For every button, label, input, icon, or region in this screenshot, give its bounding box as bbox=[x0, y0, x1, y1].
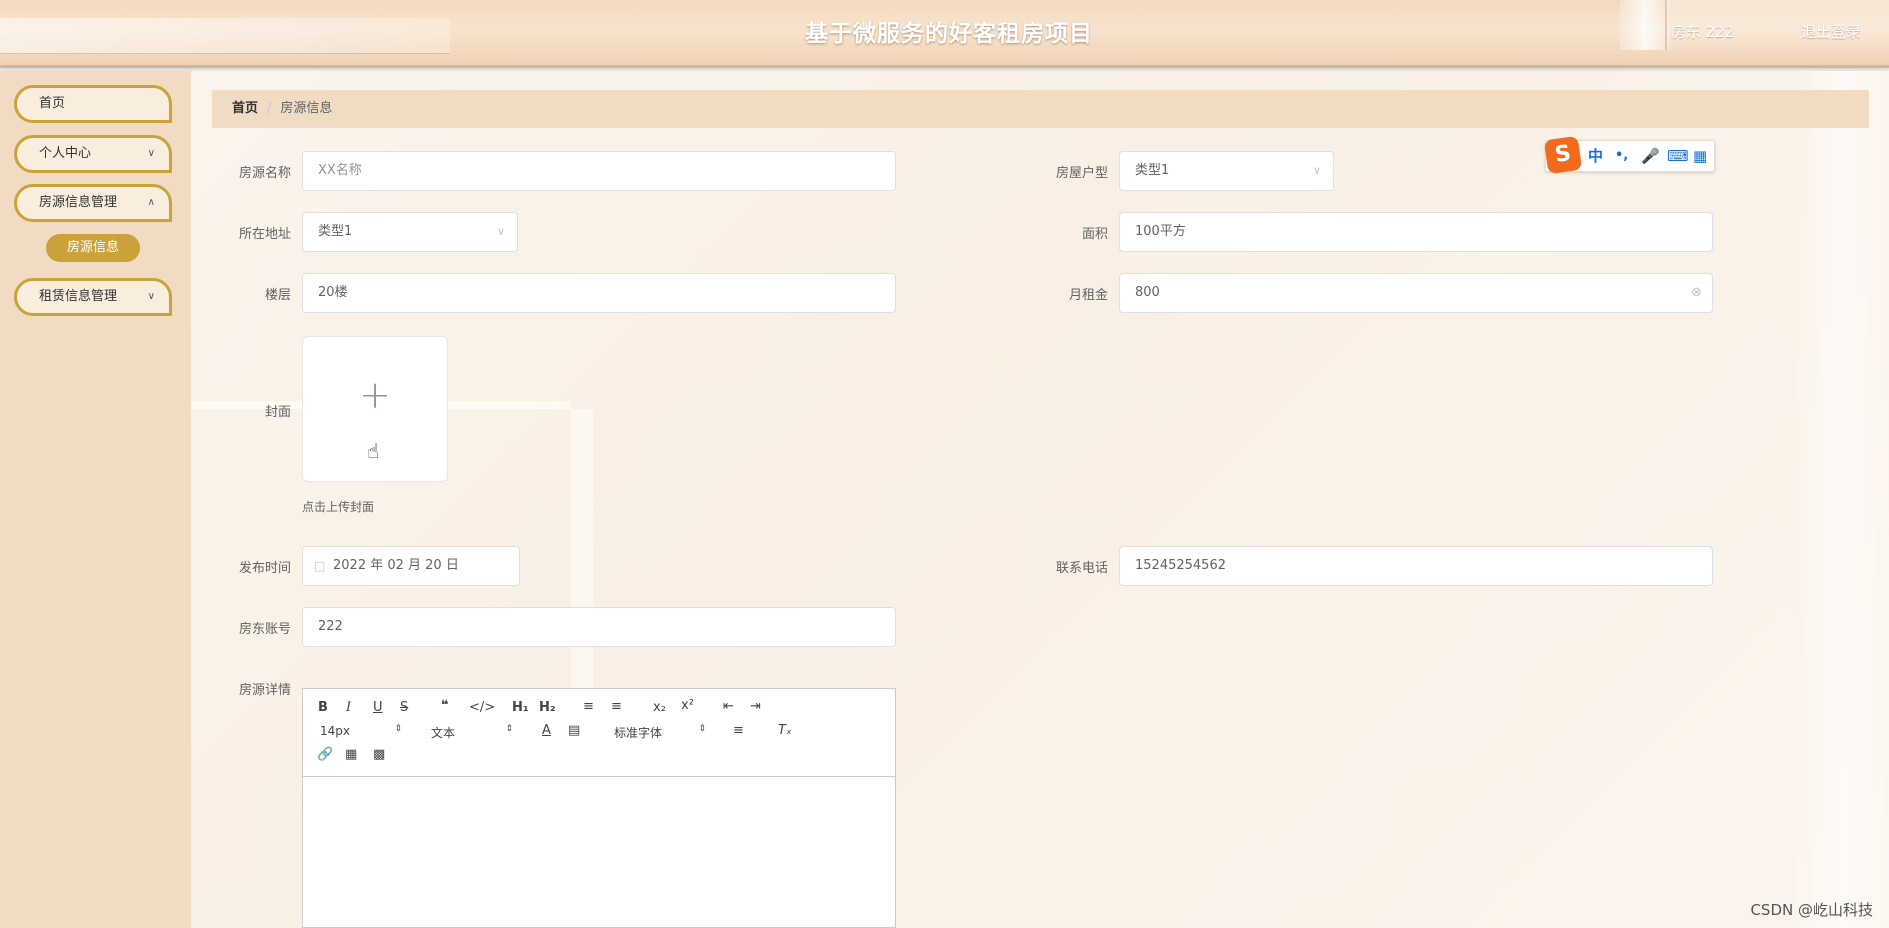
keyboard-icon[interactable]: ⌨ bbox=[1667, 141, 1689, 171]
sogou-logo-icon[interactable]: S bbox=[1543, 135, 1583, 175]
sidebar-item-house-management[interactable]: 房源信息管理 ∧ bbox=[14, 184, 172, 222]
header-value: 文本 bbox=[431, 726, 456, 740]
cover-label: 封面 bbox=[264, 405, 291, 420]
address-value: 类型1 bbox=[318, 224, 353, 239]
ime-punctuation-toggle[interactable]: •, bbox=[1615, 141, 1628, 171]
link-icon[interactable]: 🔗 bbox=[317, 747, 333, 762]
font-size-select[interactable]: 14px ⇕ bbox=[320, 724, 402, 738]
area-label: 面积 bbox=[1081, 227, 1108, 242]
rich-text-toolbar: B I U S ❝ </> H₁ H₂ ≡ ≡ x₂ x² ⇤ ⇥ 14px ⇕… bbox=[302, 688, 896, 777]
cover-upload[interactable]: + ☝ bbox=[302, 336, 448, 482]
underline-button[interactable]: U bbox=[373, 700, 383, 715]
updown-arrow-icon: ⇕ bbox=[394, 724, 402, 734]
chevron-down-icon: ∨ bbox=[1312, 164, 1321, 177]
publish-time-label: 发布时间 bbox=[238, 561, 291, 576]
sidebar-subitem-house-info[interactable]: 房源信息 bbox=[46, 234, 140, 262]
chevron-up-icon: ∧ bbox=[147, 197, 155, 208]
sidebar-item-label: 个人中心 bbox=[39, 146, 92, 161]
sidebar-item-label: 首页 bbox=[39, 96, 66, 111]
ime-language-toggle[interactable]: 中 bbox=[1588, 141, 1603, 171]
breadcrumb-current: 房源信息 bbox=[280, 101, 333, 116]
updown-arrow-icon: ⇕ bbox=[505, 724, 513, 734]
align-left-icon[interactable]: ≡ bbox=[733, 723, 744, 738]
details-label: 房源详情 bbox=[238, 683, 291, 698]
heading-2-icon[interactable]: H₂ bbox=[539, 700, 556, 715]
font-color-icon[interactable]: A bbox=[542, 723, 551, 738]
area-input[interactable]: 100平方 bbox=[1119, 212, 1713, 252]
bold-button[interactable]: B bbox=[318, 700, 328, 715]
plus-icon: + bbox=[359, 373, 391, 417]
blockquote-icon[interactable]: ❝ bbox=[441, 698, 449, 713]
indent-icon[interactable]: ⇥ bbox=[750, 699, 761, 714]
top-header: 基于微服务的好客租房项目 房东 222 退出登录 bbox=[0, 0, 1889, 68]
ordered-list-icon[interactable]: ≡ bbox=[583, 699, 594, 714]
font-size-value: 14px bbox=[320, 724, 350, 738]
rent-input[interactable]: 800 ⊗ bbox=[1119, 273, 1713, 313]
rent-label: 月租金 bbox=[1068, 288, 1108, 303]
sidebar-item-personal-center[interactable]: 个人中心 ∨ bbox=[14, 135, 172, 173]
house-name-input[interactable]: XX名称 bbox=[302, 151, 896, 191]
landlord-account-input[interactable]: 222 bbox=[302, 607, 896, 647]
video-icon[interactable]: ▩ bbox=[373, 747, 385, 762]
address-label: 所在地址 bbox=[238, 227, 291, 242]
breadcrumb: 首页 / 房源信息 bbox=[212, 90, 1869, 128]
sidebar: 首页 个人中心 ∨ 房源信息管理 ∧ 房源信息 租赁信息管理 ∨ bbox=[0, 71, 191, 928]
publish-time-value: 2022 年 02 月 20 日 bbox=[333, 558, 459, 573]
background-decoration bbox=[1791, 71, 1889, 928]
calendar-icon: □ bbox=[314, 559, 326, 573]
landlord-account-label: 房东账号 bbox=[238, 622, 291, 637]
strike-button[interactable]: S bbox=[400, 700, 408, 715]
clear-icon[interactable]: ⊗ bbox=[1691, 274, 1702, 312]
floor-input[interactable]: 20楼 bbox=[302, 273, 896, 313]
house-type-select[interactable]: 类型1 ∨ bbox=[1119, 151, 1334, 191]
logout-link[interactable]: 退出登录 bbox=[1801, 21, 1861, 42]
chevron-down-icon: ∨ bbox=[147, 291, 155, 302]
rent-value: 800 bbox=[1135, 285, 1160, 300]
background-color-icon[interactable]: ▤ bbox=[568, 723, 580, 738]
font-family-value: 标准字体 bbox=[614, 726, 663, 740]
cover-upload-tip: 点击上传封面 bbox=[302, 500, 375, 514]
breadcrumb-separator: / bbox=[267, 101, 272, 116]
subscript-icon[interactable]: x₂ bbox=[653, 700, 666, 715]
house-name-label: 房源名称 bbox=[238, 166, 291, 181]
microphone-icon[interactable]: 🎤 bbox=[1641, 141, 1660, 171]
sidebar-item-home[interactable]: 首页 bbox=[14, 85, 172, 123]
italic-button[interactable]: I bbox=[346, 700, 351, 715]
pointer-cursor-icon: ☝ bbox=[367, 439, 380, 463]
superscript-icon[interactable]: x² bbox=[681, 698, 694, 713]
floor-label: 楼层 bbox=[264, 288, 291, 303]
breadcrumb-home[interactable]: 首页 bbox=[232, 101, 258, 116]
code-block-icon[interactable]: </> bbox=[469, 700, 495, 715]
image-icon[interactable]: ▦ bbox=[345, 747, 357, 762]
current-user: 房东 222 bbox=[1670, 23, 1734, 41]
address-select[interactable]: 类型1 ∨ bbox=[302, 212, 518, 252]
chevron-down-icon: ∨ bbox=[147, 148, 155, 159]
sidebar-item-label: 租赁信息管理 bbox=[39, 289, 118, 304]
sidebar-item-label: 房源信息管理 bbox=[39, 195, 118, 210]
phone-label: 联系电话 bbox=[1055, 561, 1108, 576]
grid-menu-icon[interactable]: ▦ bbox=[1693, 141, 1707, 171]
rich-text-editor[interactable] bbox=[302, 777, 896, 928]
house-type-label: 房屋户型 bbox=[1055, 166, 1108, 181]
font-family-select[interactable]: 标准字体 ⇕ bbox=[614, 724, 706, 741]
publish-time-picker[interactable]: □ 2022 年 02 月 20 日 bbox=[302, 546, 520, 586]
clear-format-icon[interactable]: Tₓ bbox=[778, 723, 792, 738]
ime-toolbar: S 中 •, 🎤 ⌨ ▦ bbox=[1543, 135, 1715, 175]
sidebar-item-lease-management[interactable]: 租赁信息管理 ∨ bbox=[14, 278, 172, 316]
updown-arrow-icon: ⇕ bbox=[698, 724, 706, 734]
heading-1-icon[interactable]: H₁ bbox=[512, 700, 529, 715]
watermark: CSDN @屹山科技 bbox=[1750, 901, 1873, 919]
phone-input[interactable]: 15245254562 bbox=[1119, 546, 1713, 586]
chevron-down-icon: ∨ bbox=[496, 225, 505, 238]
app-title: 基于微服务的好客租房项目 bbox=[805, 21, 1093, 47]
outdent-icon[interactable]: ⇤ bbox=[723, 699, 734, 714]
bullet-list-icon[interactable]: ≡ bbox=[611, 699, 622, 714]
header-select[interactable]: 文本 ⇕ bbox=[431, 724, 513, 741]
house-type-value: 类型1 bbox=[1135, 163, 1170, 178]
